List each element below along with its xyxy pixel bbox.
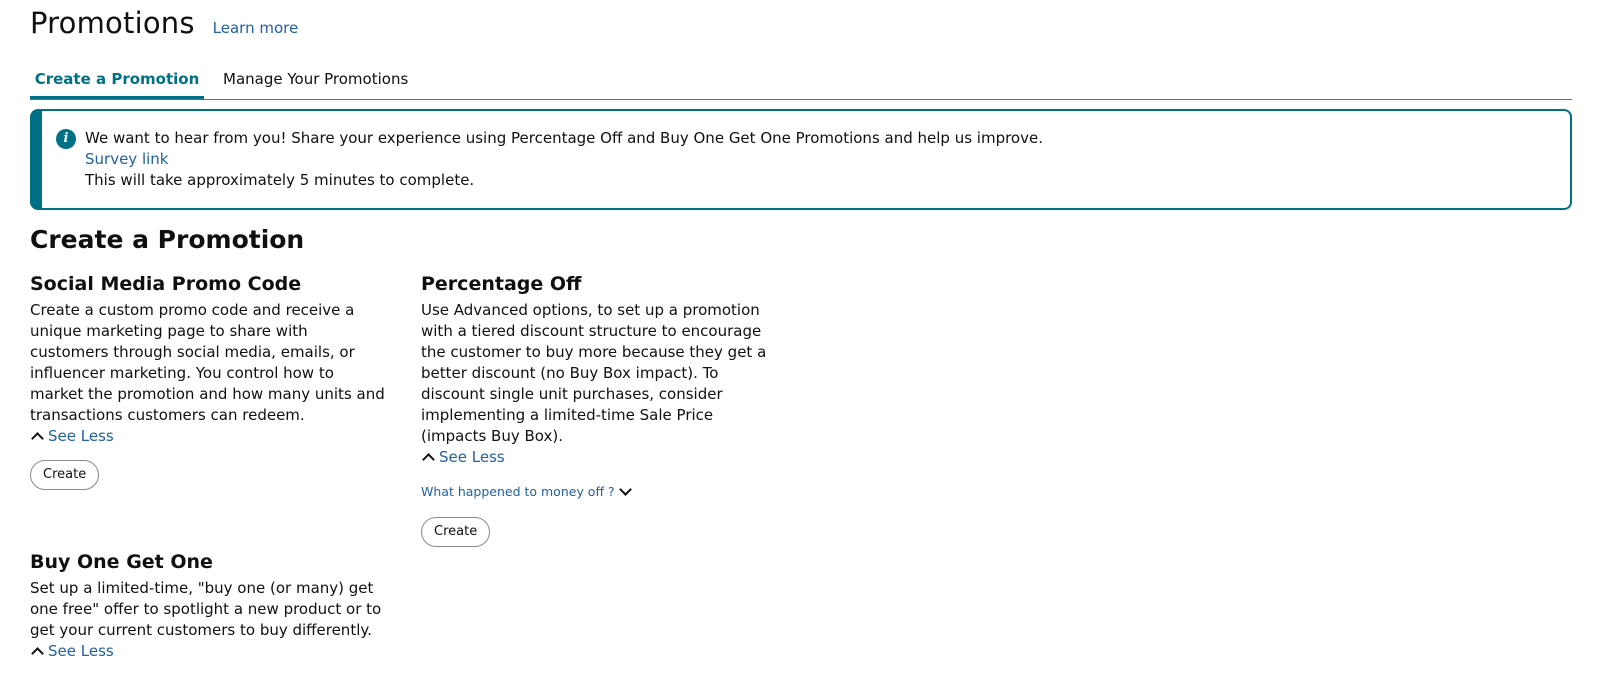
see-less-label: See Less bbox=[48, 642, 114, 660]
caret-up-icon bbox=[31, 647, 44, 660]
alert-duration: This will take approximately 5 minutes t… bbox=[85, 171, 475, 189]
survey-link[interactable]: Survey link bbox=[85, 149, 168, 170]
see-less-link[interactable]: See Less bbox=[30, 641, 114, 662]
info-icon: i bbox=[56, 129, 76, 149]
page-header: Promotions Learn more bbox=[30, 6, 298, 40]
card-description: Set up a limited-time, "buy one (or many… bbox=[30, 579, 382, 639]
money-off-label: What happened to money off ? bbox=[421, 484, 615, 499]
survey-alert-banner: i We want to hear from you! Share your e… bbox=[30, 109, 1572, 210]
tab-manage-your-promotions[interactable]: Manage Your Promotions bbox=[223, 66, 408, 99]
percentage-off-card: Percentage Off Use Advanced options, to … bbox=[421, 273, 781, 547]
alert-content: We want to hear from you! Share your exp… bbox=[85, 128, 1043, 191]
tab-create-a-promotion[interactable]: Create a Promotion bbox=[30, 66, 204, 99]
see-less-link[interactable]: See Less bbox=[421, 447, 505, 468]
card-title: Percentage Off bbox=[421, 273, 582, 295]
card-description: Create a custom promo code and receive a… bbox=[30, 301, 385, 424]
caret-up-icon bbox=[422, 453, 435, 466]
social-media-promo-card: Social Media Promo Code Create a custom … bbox=[30, 273, 386, 490]
chevron-down-icon bbox=[618, 483, 632, 496]
card-title: Buy One Get One bbox=[30, 551, 213, 573]
card-description: Use Advanced options, to set up a promot… bbox=[421, 301, 767, 445]
page-title: Promotions bbox=[30, 6, 195, 40]
create-social-media-promo-button[interactable]: Create bbox=[30, 460, 100, 490]
money-off-info-link[interactable]: What happened to money off ? bbox=[421, 483, 632, 499]
see-less-label: See Less bbox=[439, 448, 505, 466]
alert-message: We want to hear from you! Share your exp… bbox=[85, 129, 1043, 147]
card-title: Social Media Promo Code bbox=[30, 273, 302, 295]
learn-more-link[interactable]: Learn more bbox=[213, 19, 299, 37]
create-percentage-off-button[interactable]: Create bbox=[421, 517, 491, 547]
section-title: Create a Promotion bbox=[30, 225, 305, 254]
buy-one-get-one-card: Buy One Get One Set up a limited-time, "… bbox=[30, 551, 386, 662]
see-less-label: See Less bbox=[48, 427, 114, 445]
see-less-link[interactable]: See Less bbox=[30, 426, 114, 447]
caret-up-icon bbox=[31, 432, 44, 445]
promotions-page: Promotions Learn more Create a Promotion… bbox=[0, 0, 1600, 680]
tab-bar: Create a Promotion Manage Your Promotion… bbox=[30, 66, 1572, 100]
